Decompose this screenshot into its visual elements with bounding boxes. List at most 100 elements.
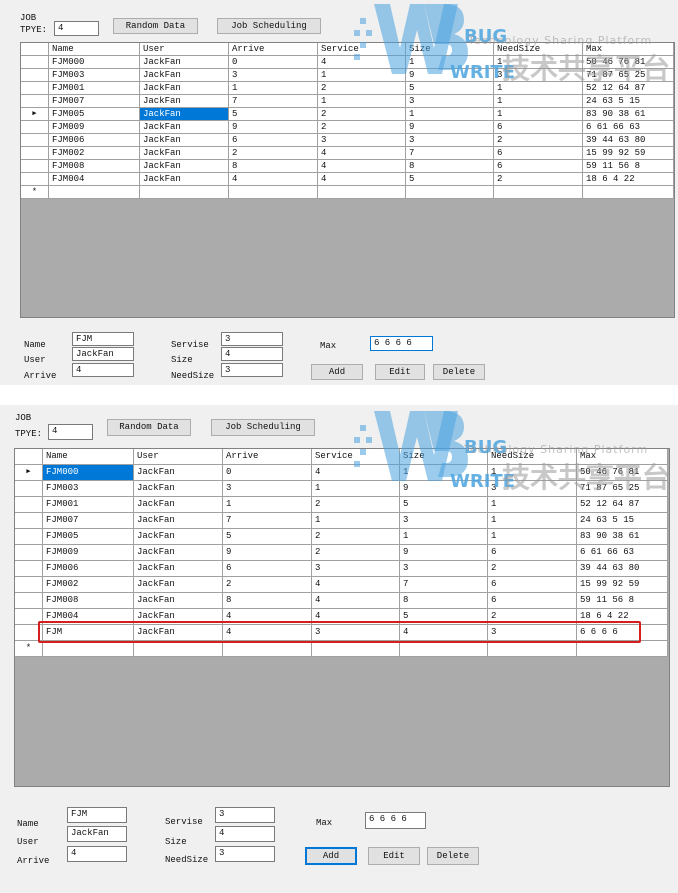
cell-arrive[interactable]: 7 bbox=[229, 95, 318, 108]
cell-max[interactable]: 52 12 64 87 bbox=[577, 497, 668, 513]
cell-size[interactable]: 8 bbox=[400, 593, 488, 609]
cell-arrive[interactable]: 1 bbox=[229, 82, 318, 95]
cell-service[interactable]: 1 bbox=[312, 481, 400, 497]
row-header[interactable] bbox=[21, 160, 49, 173]
row-header[interactable] bbox=[21, 82, 49, 95]
new-row-cell-max[interactable] bbox=[583, 186, 674, 199]
table-row[interactable]: FJM006 JackFan 6 3 3 2 39 44 63 80 bbox=[21, 134, 674, 147]
cell-size[interactable]: 8 bbox=[406, 160, 494, 173]
cell-needsize[interactable]: 6 bbox=[488, 577, 577, 593]
table-row[interactable]: FJM000 JackFan 0 4 1 1 50 46 76 81 bbox=[21, 56, 674, 69]
row-header[interactable] bbox=[21, 56, 49, 69]
cell-arrive[interactable]: 0 bbox=[229, 56, 318, 69]
cell-service[interactable]: 4 bbox=[318, 147, 406, 160]
cell-arrive[interactable]: 0 bbox=[223, 465, 312, 481]
add-button[interactable]: Add bbox=[305, 847, 357, 865]
cell-max[interactable]: 39 44 63 80 bbox=[577, 561, 668, 577]
cell-name[interactable]: FJM001 bbox=[49, 82, 140, 95]
row-header[interactable] bbox=[15, 545, 43, 561]
needsize-field[interactable]: 3 bbox=[221, 363, 283, 377]
new-row-cell-user[interactable] bbox=[140, 186, 229, 199]
servise-field[interactable]: 3 bbox=[215, 807, 275, 823]
servise-field[interactable]: 3 bbox=[221, 332, 283, 346]
cell-name[interactable]: FJM006 bbox=[43, 561, 134, 577]
cell-service[interactable]: 2 bbox=[312, 497, 400, 513]
cell-needsize[interactable]: 2 bbox=[494, 173, 583, 186]
new-row-cell-needsize[interactable] bbox=[494, 186, 583, 199]
column-header-needsize[interactable]: NeedSize bbox=[494, 43, 583, 56]
new-row-cell-size[interactable] bbox=[400, 641, 488, 657]
new-row-cell-arrive[interactable] bbox=[223, 641, 312, 657]
cell-size[interactable]: 3 bbox=[406, 95, 494, 108]
row-header[interactable] bbox=[15, 481, 43, 497]
cell-arrive[interactable]: 2 bbox=[223, 577, 312, 593]
cell-service[interactable]: 4 bbox=[318, 173, 406, 186]
cell-name[interactable]: FJM004 bbox=[49, 173, 140, 186]
table-row[interactable]: FJM004 JackFan 4 4 5 2 18 6 4 22 bbox=[21, 173, 674, 186]
column-header-max[interactable]: Max bbox=[583, 43, 674, 56]
cell-arrive[interactable]: 7 bbox=[223, 513, 312, 529]
cell-size[interactable]: 1 bbox=[406, 56, 494, 69]
cell-name[interactable]: FJM007 bbox=[49, 95, 140, 108]
column-header-user[interactable]: User bbox=[140, 43, 229, 56]
column-header-size[interactable]: Size bbox=[406, 43, 494, 56]
new-row[interactable]: * bbox=[15, 641, 668, 657]
cell-max[interactable]: 6 61 66 63 bbox=[577, 545, 668, 561]
cell-user[interactable]: JackFan bbox=[134, 529, 223, 545]
cell-max[interactable]: 24 63 5 15 bbox=[583, 95, 674, 108]
cell-name[interactable]: FJM006 bbox=[49, 134, 140, 147]
row-header[interactable] bbox=[15, 529, 43, 545]
cell-size[interactable]: 1 bbox=[400, 529, 488, 545]
new-row-header[interactable]: * bbox=[21, 186, 49, 199]
cell-user[interactable]: JackFan bbox=[140, 134, 229, 147]
cell-arrive[interactable]: 2 bbox=[229, 147, 318, 160]
cell-max[interactable]: 18 6 4 22 bbox=[583, 173, 674, 186]
new-row[interactable]: * bbox=[21, 186, 674, 199]
cell-size[interactable]: 1 bbox=[406, 108, 494, 121]
column-header-service[interactable]: Service bbox=[312, 449, 400, 465]
cell-max[interactable]: 50 46 76 81 bbox=[583, 56, 674, 69]
cell-needsize[interactable]: 1 bbox=[488, 529, 577, 545]
new-row-cell-max[interactable] bbox=[577, 641, 668, 657]
edit-button[interactable]: Edit bbox=[368, 847, 420, 865]
cell-size[interactable]: 9 bbox=[406, 69, 494, 82]
table-row[interactable]: ▶ FJM000 JackFan 0 4 1 1 50 46 76 81 bbox=[15, 465, 668, 481]
random-data-button[interactable]: Random Data bbox=[107, 419, 191, 436]
column-header-service[interactable]: Service bbox=[318, 43, 406, 56]
random-data-button[interactable]: Random Data bbox=[113, 18, 198, 34]
cell-service[interactable]: 4 bbox=[312, 593, 400, 609]
row-header[interactable] bbox=[21, 69, 49, 82]
cell-user[interactable]: JackFan bbox=[134, 577, 223, 593]
size-field[interactable]: 4 bbox=[215, 826, 275, 842]
column-header-arrive[interactable]: Arrive bbox=[223, 449, 312, 465]
cell-size[interactable]: 3 bbox=[400, 561, 488, 577]
cell-size[interactable]: 9 bbox=[400, 545, 488, 561]
cell-max[interactable]: 15 99 92 59 bbox=[583, 147, 674, 160]
cell-max[interactable]: 59 11 56 8 bbox=[577, 593, 668, 609]
cell-needsize[interactable]: 1 bbox=[488, 465, 577, 481]
cell-service[interactable]: 2 bbox=[318, 108, 406, 121]
cell-size[interactable]: 7 bbox=[406, 147, 494, 160]
arrive-field[interactable]: 4 bbox=[72, 363, 134, 377]
row-header[interactable]: ▶ bbox=[15, 465, 43, 481]
table-row[interactable]: FJM005 JackFan 5 2 1 1 83 90 38 61 bbox=[15, 529, 668, 545]
job-data-grid[interactable]: Name User Arrive Service Size NeedSize Max ▶ FJM… bbox=[14, 448, 670, 787]
cell-name[interactable]: FJM000 bbox=[43, 465, 134, 481]
delete-button[interactable]: Delete bbox=[433, 364, 485, 380]
type-input[interactable]: 4 bbox=[48, 424, 93, 440]
row-header[interactable] bbox=[21, 134, 49, 147]
cell-user[interactable]: JackFan bbox=[140, 147, 229, 160]
add-button[interactable]: Add bbox=[311, 364, 363, 380]
name-field[interactable]: FJM bbox=[67, 807, 127, 823]
row-header[interactable] bbox=[15, 593, 43, 609]
cell-user[interactable]: JackFan bbox=[134, 561, 223, 577]
row-header[interactable] bbox=[15, 497, 43, 513]
cell-user[interactable]: JackFan bbox=[134, 593, 223, 609]
cell-max[interactable]: 71 87 65 25 bbox=[577, 481, 668, 497]
cell-service[interactable]: 4 bbox=[312, 465, 400, 481]
cell-arrive[interactable]: 5 bbox=[229, 108, 318, 121]
grid-corner-header[interactable] bbox=[15, 449, 43, 465]
cell-user[interactable]: JackFan bbox=[140, 56, 229, 69]
name-field[interactable]: FJM bbox=[72, 332, 134, 346]
cell-name[interactable]: FJM003 bbox=[43, 481, 134, 497]
